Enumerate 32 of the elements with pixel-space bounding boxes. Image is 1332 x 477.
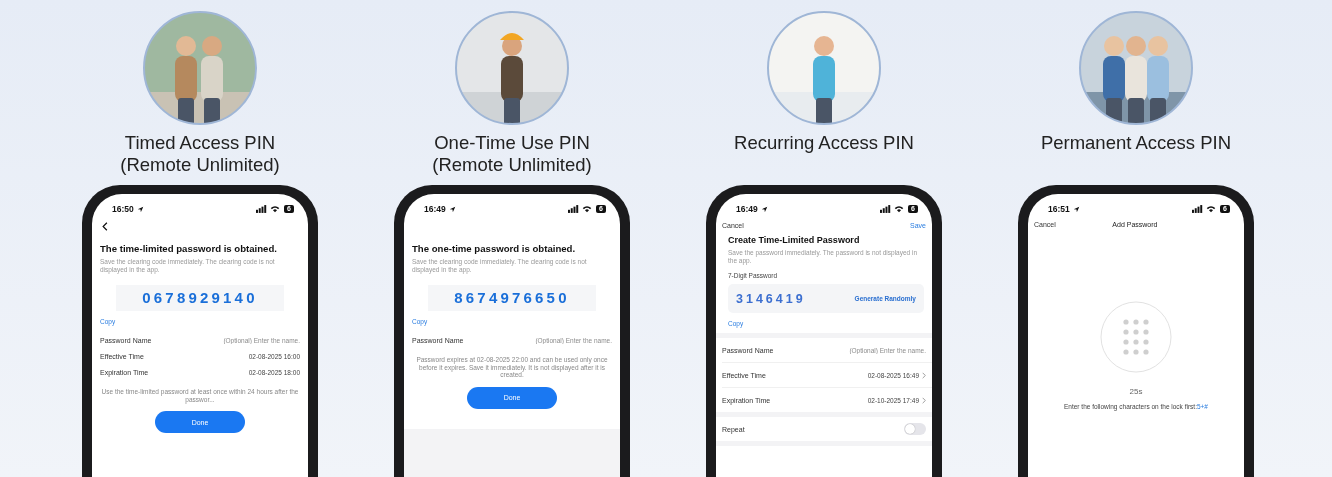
password-code: 0678929140 [116, 285, 284, 311]
status-time: 16:49 [736, 204, 758, 214]
chevron-icon[interactable] [922, 371, 926, 379]
panel-title: Recurring Access PIN [734, 132, 914, 155]
signal-icon [1192, 205, 1204, 213]
back-icon[interactable] [102, 221, 108, 231]
chevron-icon[interactable] [922, 396, 926, 404]
location-arrow-icon [448, 205, 456, 213]
screen-heading: The time-limited password is obtained. [100, 243, 278, 254]
repeat-toggle[interactable] [904, 423, 926, 435]
password-code: 8674976650 [428, 285, 596, 311]
password-code: 3146419 [736, 291, 806, 306]
signal-icon [880, 205, 892, 213]
status-time: 16:50 [112, 204, 134, 214]
location-arrow-icon [760, 205, 768, 213]
wifi-icon [894, 205, 905, 213]
panel-title: One-Time Use PIN (Remote Unlimited) [432, 132, 592, 177]
status-time: 16:49 [424, 204, 446, 214]
panel-title: Timed Access PIN (Remote Unlimited) [120, 132, 280, 177]
status-time: 16:51 [1048, 204, 1070, 214]
screen-heading: Create Time-Limited Password [728, 235, 861, 245]
signal-icon [256, 205, 268, 213]
screen-heading: The one-time password is obtained. [412, 243, 577, 254]
wifi-icon [270, 205, 281, 213]
panel-title: Permanent Access PIN [1040, 132, 1232, 155]
wifi-icon [1206, 205, 1217, 213]
location-arrow-icon [1072, 205, 1080, 213]
keypad-icon [1100, 301, 1172, 373]
signal-icon [568, 205, 580, 213]
location-arrow-icon [136, 205, 144, 213]
countdown-text: 25s [1129, 387, 1143, 396]
wifi-icon [582, 205, 593, 213]
